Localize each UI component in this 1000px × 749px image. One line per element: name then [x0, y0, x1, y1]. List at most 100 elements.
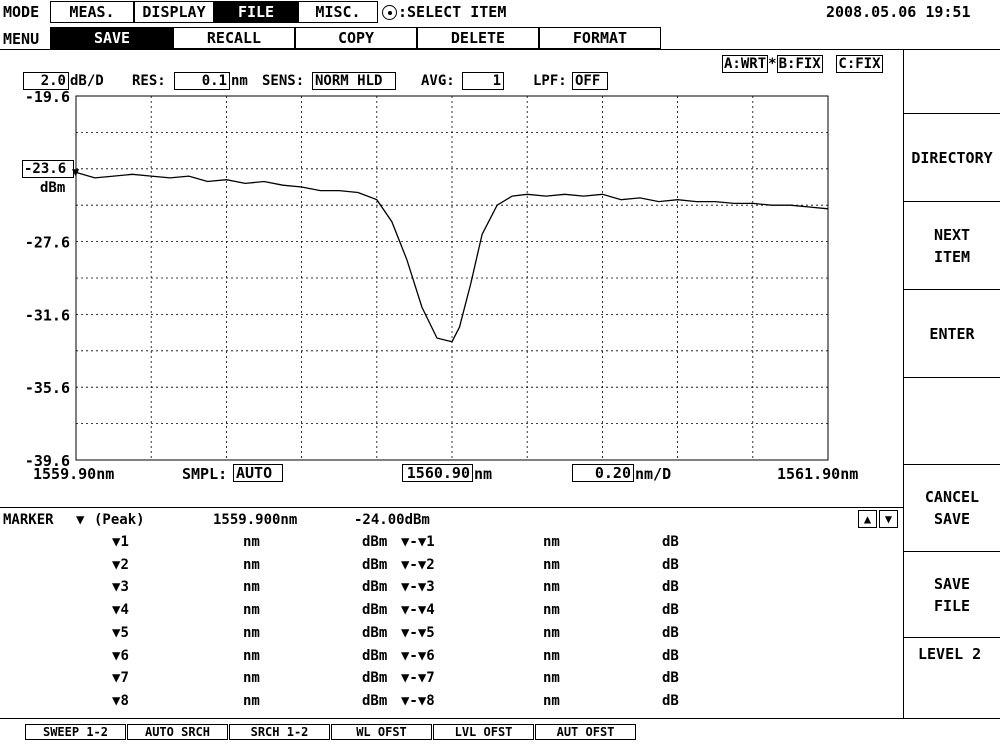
menu-copy[interactable]: COPY — [295, 27, 417, 49]
marker-row-text: 1 — [120, 534, 129, 550]
trace-a-status[interactable]: A:WRT — [722, 55, 769, 73]
spectrum-chart: -19.6-27.6-31.6-35.6-39.6 — [25, 90, 829, 470]
marker-row-id: ▼8 — [112, 693, 129, 709]
marker-row-text: ▼-▼5 — [401, 624, 435, 641]
marker-row-delta-nm: nm — [543, 670, 560, 686]
marker-row-nm: nm — [243, 670, 260, 686]
softkey-next-item[interactable]: NEXT ITEM — [904, 201, 1000, 289]
avg-label: AVG: — [421, 73, 455, 89]
lpf-field[interactable]: OFF — [572, 72, 608, 90]
marker-row-nm: nm — [243, 625, 260, 641]
marker-row-text: 5 — [120, 624, 129, 641]
ref-level-box[interactable]: -23.6 — [22, 160, 74, 178]
marker-row-text: 8 — [120, 692, 129, 709]
marker-icon: ▼ — [76, 512, 85, 528]
menu-recall[interactable]: RECALL — [173, 27, 295, 49]
marker-row-delta-nm: nm — [543, 557, 560, 573]
scroll-up-button[interactable]: ▲ — [858, 510, 877, 528]
frame-bottom-line — [0, 718, 1000, 719]
marker-row-text: ▼-▼1 — [401, 534, 435, 550]
marker-row-text: dBm — [362, 624, 388, 641]
marker-row-text: nm — [243, 670, 260, 687]
aut-offset-button[interactable]: AUT OFST — [535, 724, 636, 740]
x-stop-label: 1561.90nm — [777, 465, 859, 483]
y-tick-label: -27.6 — [25, 234, 70, 252]
smpl-field[interactable]: AUTO — [233, 464, 283, 482]
marker-row-dbm: dBm — [362, 579, 387, 595]
menu-label: MENU — [3, 30, 40, 48]
auto-search-button[interactable]: AUTO SRCH — [127, 724, 228, 740]
menu-delete[interactable]: DELETE — [417, 27, 539, 49]
marker-level: -24.00dBm — [354, 512, 430, 528]
trace-b-status[interactable]: B:FIX — [776, 55, 823, 73]
marker-row-delta-nm: nm — [543, 648, 560, 664]
menu-format[interactable]: FORMAT — [539, 27, 661, 49]
softkey-blank[interactable] — [904, 377, 1000, 464]
tab-misc[interactable]: MISC. — [298, 1, 378, 23]
marker-row-delta-nm: nm — [543, 625, 560, 641]
y-tick-label: -19.6 — [25, 90, 70, 106]
marker-row-dbm: dBm — [362, 693, 387, 709]
softkey-save-file[interactable]: SAVE FILE — [904, 551, 1000, 638]
marker-row-delta: ▼-▼2 — [401, 557, 435, 573]
lpf-label: LPF: — [533, 73, 567, 89]
marker-row-delta: ▼-▼4 — [401, 602, 435, 618]
marker-row-id: ▼5 — [112, 625, 129, 641]
x-start-label: 1559.90nm — [33, 465, 115, 483]
marker-row-nm: nm — [243, 579, 260, 595]
softkey-cancel-save[interactable]: CANCEL SAVE — [904, 464, 1000, 551]
softkey-directory[interactable]: DIRECTORY — [904, 113, 1000, 201]
scale-field[interactable]: 2.0 — [23, 72, 69, 90]
marker-row-text: nm — [543, 624, 560, 641]
marker-row-text: nm — [543, 647, 560, 664]
search-1-2-button[interactable]: SRCH 1-2 — [229, 724, 330, 740]
marker-row-text: dB — [662, 647, 679, 664]
level-label: LEVEL 2 — [918, 645, 982, 663]
scroll-down-button[interactable]: ▼ — [879, 510, 898, 528]
center-field[interactable]: 1560.90 — [402, 464, 473, 482]
tab-display[interactable]: DISPLAY — [134, 1, 214, 23]
lvl-offset-button[interactable]: LVL OFST — [433, 724, 534, 740]
marker-row-dbm: dBm — [362, 670, 387, 686]
marker-row-id: ▼2 — [112, 557, 129, 573]
marker-row-text: dBm — [362, 670, 388, 687]
marker-row-id: ▼1 — [112, 534, 129, 550]
sweep-1-2-button[interactable]: SWEEP 1-2 — [25, 724, 126, 740]
marker-row-delta-nm: nm — [543, 602, 560, 618]
marker-row-delta-db: dB — [662, 557, 679, 573]
span-field[interactable]: 0.20 — [572, 464, 634, 482]
marker-row-id: ▼3 — [112, 579, 129, 595]
wl-offset-button[interactable]: WL OFST — [331, 724, 432, 740]
marker-row-delta-db: dB — [662, 602, 679, 618]
marker-row-text: dB — [662, 534, 679, 550]
marker-row-text: nm — [243, 647, 260, 664]
marker-row-text: nm — [543, 556, 560, 573]
marker-row-dbm: dBm — [362, 534, 387, 550]
marker-row-text: ▼-▼4 — [401, 602, 435, 619]
marker-row-delta-db: dB — [662, 648, 679, 664]
marker-row-delta: ▼-▼8 — [401, 693, 435, 709]
tab-meas[interactable]: MEAS. — [50, 1, 134, 23]
marker-row-text: nm — [243, 556, 260, 573]
tab-file[interactable]: FILE — [214, 1, 298, 23]
sens-field[interactable]: NORM HLD — [312, 72, 396, 90]
marker-row-nm: nm — [243, 648, 260, 664]
marker-row-text: nm — [543, 579, 560, 596]
y-unit-label: dBm — [40, 180, 66, 196]
marker-row-id: ▼7 — [112, 670, 129, 686]
marker-row-text: nm — [543, 692, 560, 709]
avg-field[interactable]: 1 — [462, 72, 504, 90]
marker-row-delta: ▼-▼5 — [401, 625, 435, 641]
marker-row-text: nm — [543, 534, 560, 550]
menu-save[interactable]: SAVE — [50, 27, 174, 49]
marker-row-delta: ▼-▼3 — [401, 579, 435, 595]
marker-row-id: ▼4 — [112, 602, 129, 618]
marker-row-delta-nm: nm — [543, 534, 560, 550]
marker-row-delta-db: dB — [662, 579, 679, 595]
marker-row-text: dBm — [362, 556, 388, 573]
softkey-enter[interactable]: ENTER — [904, 289, 1000, 377]
marker-row-text: 2 — [120, 556, 129, 573]
marker-row-nm: nm — [243, 557, 260, 573]
trace-c-status[interactable]: C:FIX — [836, 55, 883, 73]
res-field[interactable]: 0.1 — [174, 72, 230, 90]
